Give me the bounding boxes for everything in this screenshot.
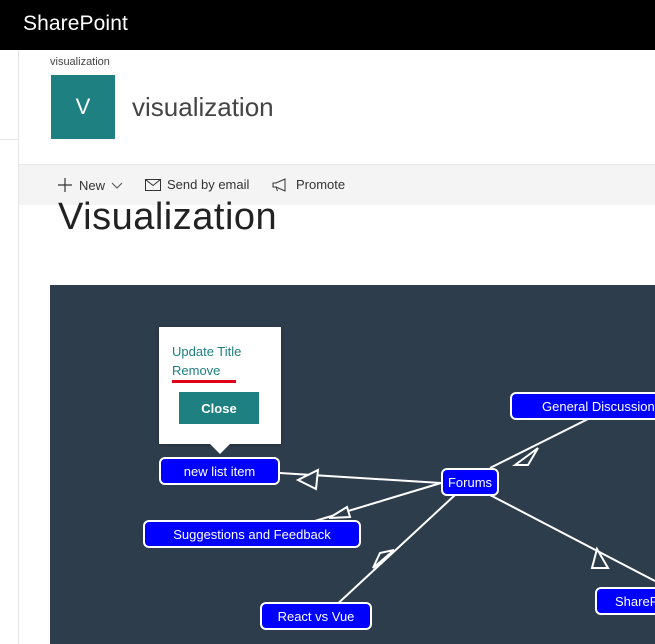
send-by-email-label: Send by email — [167, 177, 250, 192]
remove-link[interactable]: Remove — [172, 363, 220, 378]
suite-bar: SharePoint — [0, 0, 655, 50]
remove-underline — [172, 380, 236, 383]
edge-forums-general — [489, 412, 601, 469]
edge-forums-sharepoint — [489, 494, 655, 582]
node-sharepoint[interactable]: SharePoint — [595, 587, 655, 615]
page-heading: Visualization — [58, 196, 278, 238]
site-logo[interactable]: V — [51, 75, 115, 139]
node-react-vs-vue[interactable]: React vs Vue — [260, 602, 372, 630]
node-suggestions-and-feedback[interactable]: Suggestions and Feedback — [143, 520, 361, 548]
close-button[interactable]: Close — [179, 392, 259, 424]
node-context-popover: Update Title Remove Close — [159, 327, 281, 454]
arrow-new-list-item — [295, 468, 320, 491]
chevron-down-icon — [111, 182, 123, 189]
visualization-canvas[interactable]: Forums General Discussion new list item … — [50, 285, 655, 644]
mail-icon — [145, 178, 161, 191]
promote-label: Promote — [296, 177, 346, 192]
promote-button[interactable]: Promote — [272, 177, 345, 192]
new-button[interactable]: New — [57, 177, 123, 193]
plus-icon — [58, 178, 72, 192]
arrow-suggestions — [328, 505, 352, 519]
arrow-react — [372, 549, 395, 569]
new-label: New — [79, 177, 106, 193]
site-title[interactable]: visualization — [132, 92, 274, 123]
app-title[interactable]: SharePoint — [23, 12, 128, 36]
site-logo-letter: V — [75, 94, 91, 119]
left-rail-divider — [0, 139, 18, 140]
node-forums[interactable]: Forums — [441, 468, 499, 496]
left-rail — [0, 50, 19, 644]
send-by-email-button[interactable]: Send by email — [145, 177, 249, 192]
breadcrumb[interactable]: visualization — [50, 56, 110, 68]
megaphone-icon — [272, 177, 286, 192]
node-new-list-item[interactable]: new list item — [159, 457, 280, 485]
graph-edges — [279, 412, 655, 610]
popover-arrow — [210, 444, 230, 454]
node-general-discussion[interactable]: General Discussion — [510, 392, 655, 420]
update-title-link[interactable]: Update Title — [172, 344, 241, 359]
edge-forums-react — [331, 494, 456, 610]
